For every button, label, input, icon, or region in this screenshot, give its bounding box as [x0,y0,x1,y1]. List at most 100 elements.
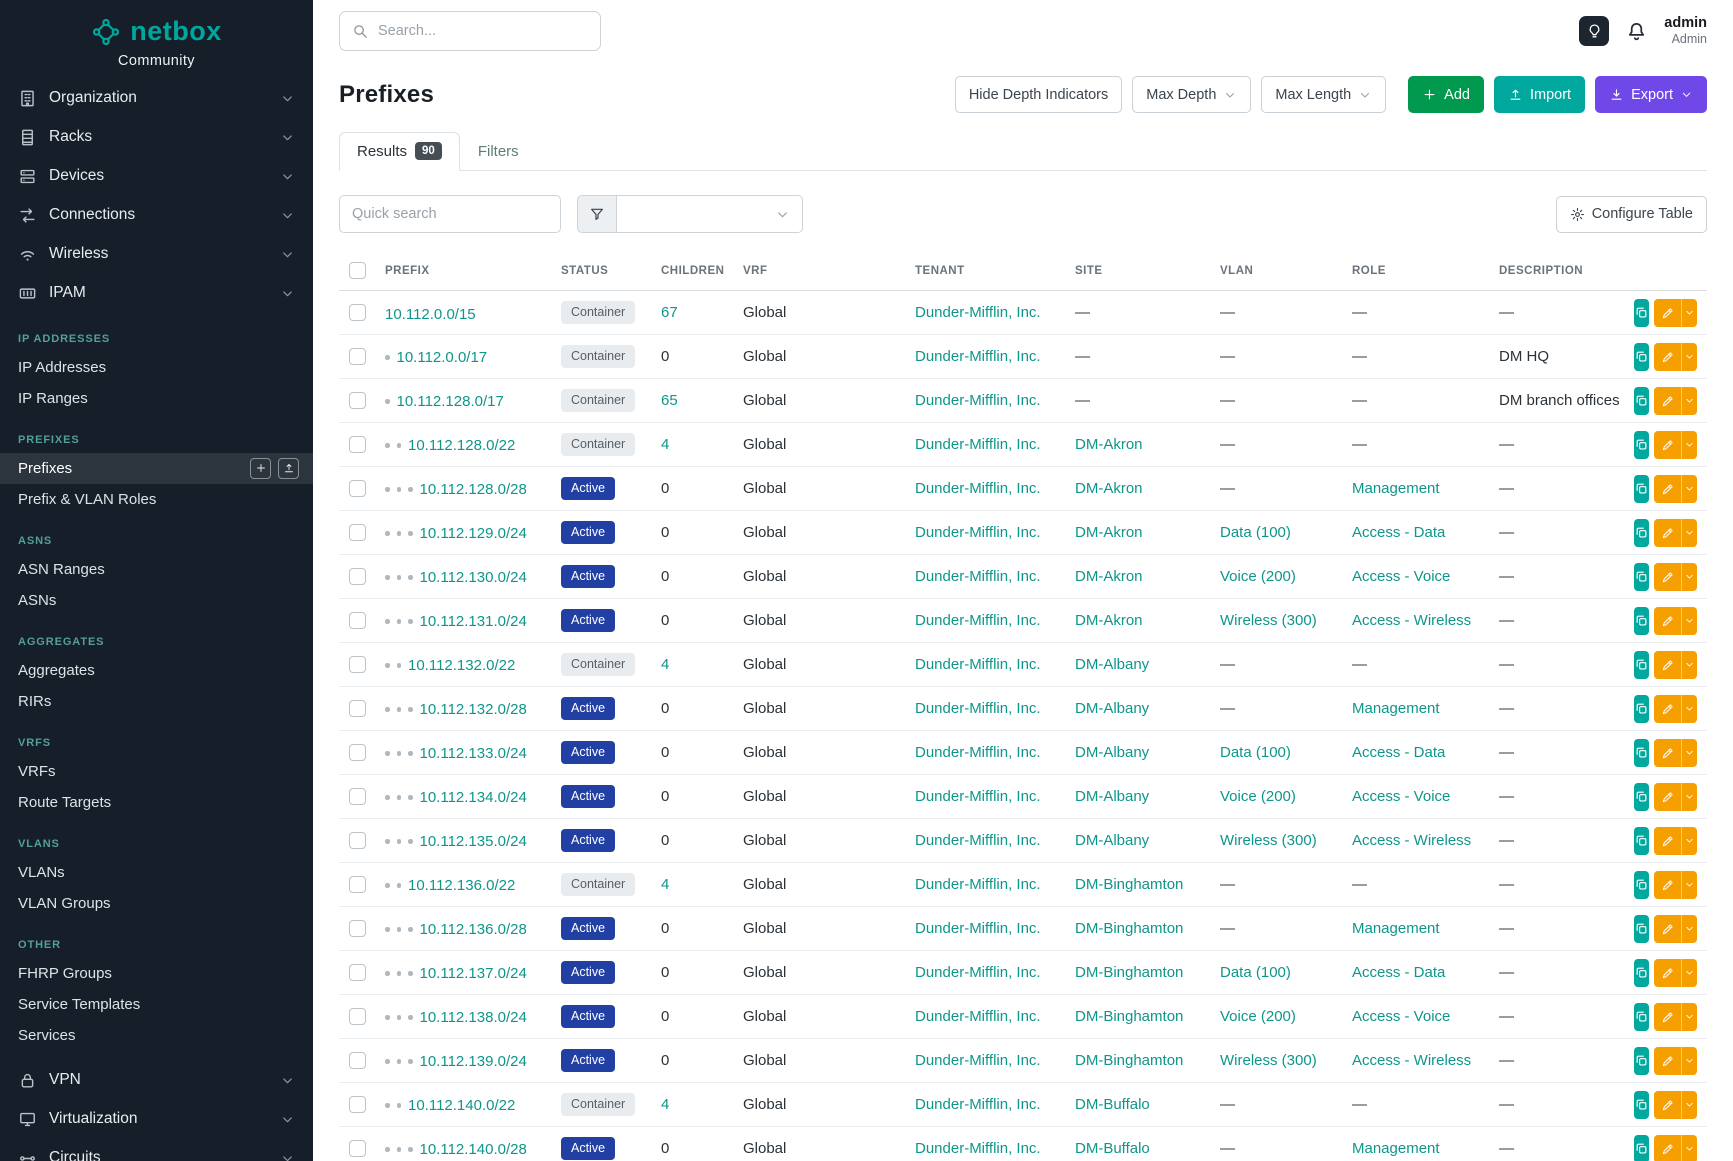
row-checkbox[interactable] [349,832,366,849]
tenant-link[interactable]: Dunder-Mifflin, Inc. [915,436,1041,453]
prefix-link[interactable]: 10.112.130.0/24 [420,569,527,586]
tenant-link[interactable]: Dunder-Mifflin, Inc. [915,788,1041,805]
prefix-link[interactable]: 10.112.134.0/24 [420,789,527,806]
copy-button[interactable] [1634,915,1649,943]
sidebar-item-aggregates[interactable]: Aggregates [0,655,313,686]
vlan-link[interactable]: Wireless (300) [1220,612,1317,629]
tenant-link[interactable]: Dunder-Mifflin, Inc. [915,744,1041,761]
copy-button[interactable] [1634,959,1649,987]
saved-filter-select[interactable] [617,195,803,233]
row-checkbox[interactable] [349,304,366,321]
quick-add-button[interactable] [250,458,271,479]
tenant-link[interactable]: Dunder-Mifflin, Inc. [915,304,1041,321]
edit-dropdown-caret[interactable] [1681,695,1697,723]
sidebar-item-vrfs[interactable]: VRFs [0,756,313,787]
edit-dropdown-caret[interactable] [1681,1003,1697,1031]
sidebar-item-circuits[interactable]: Circuits [0,1139,313,1161]
site-link[interactable]: DM-Binghamton [1075,964,1183,981]
prefix-link[interactable]: 10.112.129.0/24 [420,525,527,542]
children-link[interactable]: 4 [661,876,669,893]
copy-button[interactable] [1634,519,1649,547]
quick-search-input[interactable] [339,195,561,233]
copy-button[interactable] [1634,651,1649,679]
tenant-link[interactable]: Dunder-Mifflin, Inc. [915,876,1041,893]
edit-dropdown-caret[interactable] [1681,1047,1697,1075]
row-checkbox[interactable] [349,700,366,717]
prefix-link[interactable]: 10.112.132.0/22 [408,657,515,674]
edit-dropdown-caret[interactable] [1681,343,1697,371]
row-checkbox[interactable] [349,744,366,761]
sidebar-item-vlans[interactable]: VLANs [0,857,313,888]
prefix-link[interactable]: 10.112.128.0/17 [397,393,504,410]
configure-table-button[interactable]: Configure Table [1556,196,1707,233]
tenant-link[interactable]: Dunder-Mifflin, Inc. [915,964,1041,981]
children-link[interactable]: 67 [661,304,678,321]
edit-button[interactable] [1654,827,1681,855]
row-checkbox[interactable] [349,1008,366,1025]
column-header-tenant[interactable]: Tenant [905,253,1065,291]
tenant-link[interactable]: Dunder-Mifflin, Inc. [915,1052,1041,1069]
edit-dropdown-caret[interactable] [1681,871,1697,899]
column-header-prefix[interactable]: Prefix [375,253,551,291]
children-link[interactable]: 65 [661,392,678,409]
edit-button[interactable] [1654,607,1681,635]
hide-depth-indicators-button[interactable]: Hide Depth Indicators [955,76,1122,113]
role-link[interactable]: Management [1352,920,1440,937]
copy-button[interactable] [1634,695,1649,723]
site-link[interactable]: DM-Binghamton [1075,876,1183,893]
row-checkbox[interactable] [349,436,366,453]
role-link[interactable]: Management [1352,1140,1440,1157]
prefix-link[interactable]: 10.112.132.0/28 [420,701,527,718]
column-header-children[interactable]: Children [651,253,733,291]
site-link[interactable]: DM-Albany [1075,656,1149,673]
vlan-link[interactable]: Voice (200) [1220,1008,1296,1025]
edit-dropdown-caret[interactable] [1681,827,1697,855]
row-checkbox[interactable] [349,392,366,409]
prefix-link[interactable]: 10.112.136.0/22 [408,877,515,894]
children-link[interactable]: 4 [661,1096,669,1113]
edit-button[interactable] [1654,1003,1681,1031]
sidebar-item-prefix-vlan-roles[interactable]: Prefix & VLAN Roles [0,484,313,515]
edit-dropdown-caret[interactable] [1681,607,1697,635]
user-menu[interactable]: admin Admin [1664,14,1707,48]
children-link[interactable]: 4 [661,436,669,453]
edit-button[interactable] [1654,959,1681,987]
tenant-link[interactable]: Dunder-Mifflin, Inc. [915,568,1041,585]
sidebar-item-vpn[interactable]: VPN [0,1061,313,1100]
copy-button[interactable] [1634,827,1649,855]
row-checkbox[interactable] [349,788,366,805]
site-link[interactable]: DM-Buffalo [1075,1140,1150,1157]
copy-button[interactable] [1634,563,1649,591]
site-link[interactable]: DM-Binghamton [1075,1052,1183,1069]
prefix-link[interactable]: 10.112.137.0/24 [420,965,527,982]
sidebar-item-ip-ranges[interactable]: IP Ranges [0,383,313,414]
edit-dropdown-caret[interactable] [1681,299,1697,327]
edit-dropdown-caret[interactable] [1681,431,1697,459]
tenant-link[interactable]: Dunder-Mifflin, Inc. [915,480,1041,497]
tenant-link[interactable]: Dunder-Mifflin, Inc. [915,392,1041,409]
row-checkbox[interactable] [349,524,366,541]
global-search-input[interactable] [378,23,588,39]
prefix-link[interactable]: 10.112.131.0/24 [420,613,527,630]
sidebar-item-service-templates[interactable]: Service Templates [0,989,313,1020]
sidebar-item-prefixes[interactable]: Prefixes [0,453,313,484]
sidebar-item-racks[interactable]: Racks [0,118,313,157]
copy-button[interactable] [1634,343,1649,371]
site-link[interactable]: DM-Akron [1075,436,1143,453]
site-link[interactable]: DM-Binghamton [1075,1008,1183,1025]
prefix-link[interactable]: 10.112.136.0/28 [420,921,527,938]
tenant-link[interactable]: Dunder-Mifflin, Inc. [915,524,1041,541]
edit-dropdown-caret[interactable] [1681,475,1697,503]
notifications-button[interactable] [1625,20,1648,43]
row-checkbox[interactable] [349,348,366,365]
role-link[interactable]: Access - Wireless [1352,832,1471,849]
copy-button[interactable] [1634,871,1649,899]
edit-button[interactable] [1654,299,1681,327]
add-button[interactable]: Add [1408,76,1484,113]
sidebar-item-route-targets[interactable]: Route Targets [0,787,313,818]
copy-button[interactable] [1634,739,1649,767]
tenant-link[interactable]: Dunder-Mifflin, Inc. [915,348,1041,365]
sidebar-item-asns[interactable]: ASNs [0,585,313,616]
tenant-link[interactable]: Dunder-Mifflin, Inc. [915,920,1041,937]
copy-button[interactable] [1634,1091,1649,1119]
